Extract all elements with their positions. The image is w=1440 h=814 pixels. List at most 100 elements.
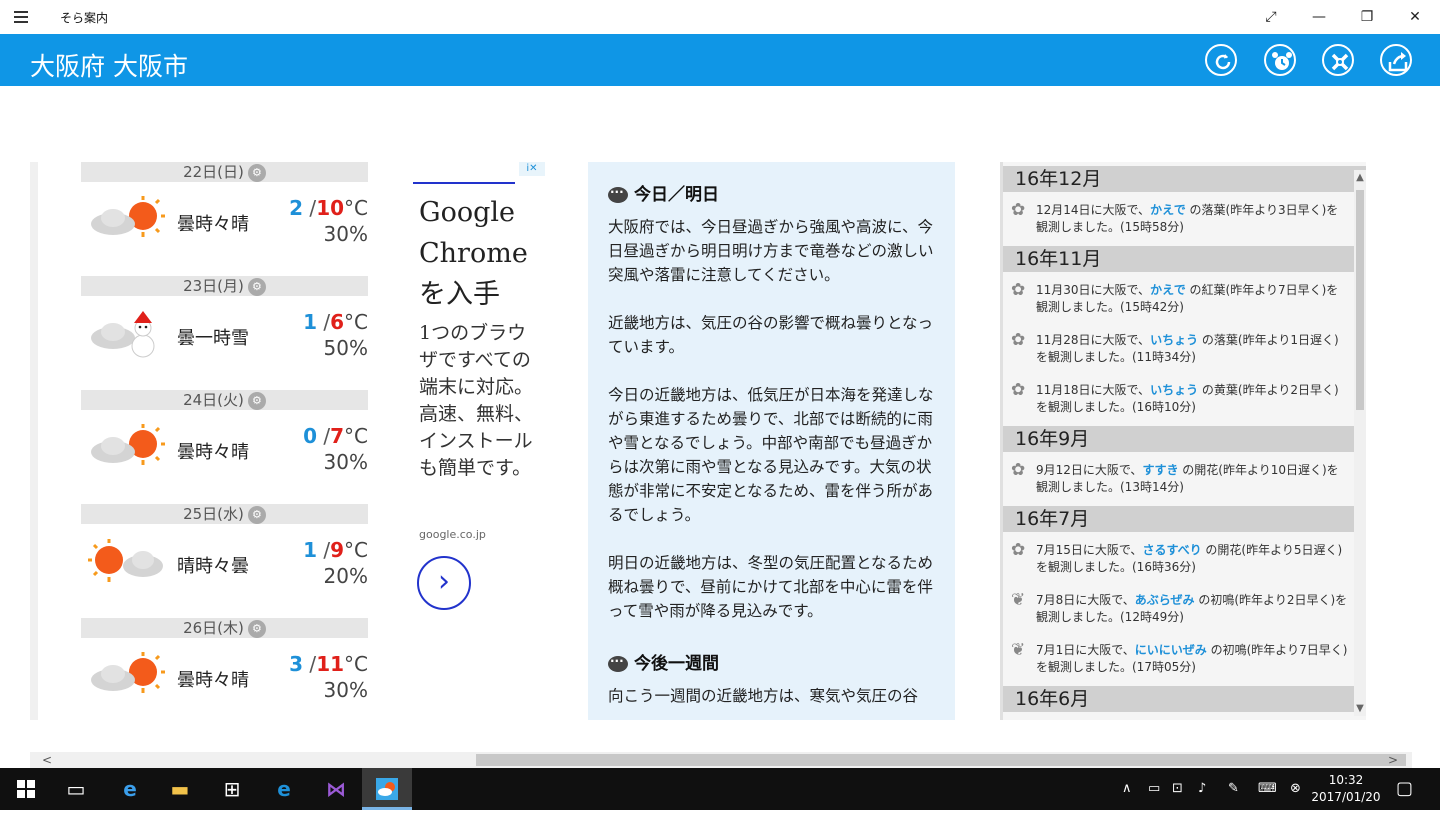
seasonal-observations: 16年12月 ✿ 12月14日に大阪で、かえで の落葉(昨年より3日早く)を観測し… [1000,162,1366,720]
flower-icon: ✿ [1011,330,1026,350]
forecast-date: 24日(火) ⚙ [81,390,368,410]
week-heading: 今後一週間 [608,649,935,674]
butterfly-icon: ❦ [1011,640,1026,660]
settings-icon[interactable] [1322,44,1354,76]
volume-icon[interactable]: ♪ [1198,768,1206,810]
edge-browser-icon[interactable]: e [106,768,154,810]
system-clock[interactable]: 10:32 2017/01/20 [1306,772,1386,806]
gear-icon[interactable]: ⚙ [247,163,266,182]
precip-probability: 50% [323,336,368,360]
forecast-date: 23日(月) ⚙ [81,276,368,296]
cloud-sun-icon [91,196,165,237]
gear-icon[interactable]: ⚙ [247,619,266,638]
cloud-sun-icon [91,424,165,465]
precip-probability: 20% [323,564,368,588]
city-name: 大阪府 大阪市 [30,52,188,81]
ad-body: 1つのブラウザですべての端末に対応。 高速、無料、インストールも簡単です。 [419,322,534,479]
scroll-right-icon[interactable]: > [1388,752,1398,768]
weather-text: 曇時々晴 [177,670,249,691]
temperature: 1 /6°C [303,310,368,334]
ad-headline[interactable]: Google Chrome を入手 [419,192,545,315]
precip-probability: 30% [323,450,368,474]
list-item[interactable]: ✿ 11月28日に大阪で、いちょう の落葉(昨年より1日遅く)を観測しました。(1… [1003,322,1366,372]
month-header: 16年9月 [1003,426,1366,452]
month-header: 16年11月 [1003,246,1366,272]
scroll-down-icon[interactable]: ▼ [1354,703,1366,714]
vertical-scrollbar[interactable]: ▲ ▼ [1354,170,1366,716]
ad-domain[interactable]: google.co.jp [419,528,486,541]
sora-annai-app-icon[interactable] [362,768,412,810]
horizontal-scrollbar[interactable]: < > [30,752,1412,768]
list-item[interactable]: ✿ 11月18日に大阪で、いちょう の黄葉(昨年より2日早く)を観測しました。(1… [1003,372,1366,422]
forecast-day: 25日(水) ⚙ 晴時々曇 1 /9°C 20% [81,504,368,618]
scroll-thumb[interactable] [476,754,1406,766]
forecast-date: 22日(日) ⚙ [81,162,368,182]
location-header: 大阪府 大阪市 [0,34,1440,86]
commentary-paragraph: 明日の近畿地方は、冬型の気圧配置となるため概ね曇りで、昼前にかけて北部を中心に雷… [608,554,934,620]
weekly-forecast: 22日(日) ⚙ 曇時々晴 2 /10°C 30% 23日(月) ⚙ 曇一時雪 1 … [30,162,368,720]
internet-explorer-icon[interactable]: e [260,768,308,810]
fullscreen-icon[interactable]: ⤢ [1248,4,1294,30]
cloud-snowman-icon [91,311,155,358]
month-header: 16年12月 [1003,166,1366,192]
ad-divider [413,182,515,184]
precip-probability: 30% [323,678,368,702]
visual-studio-icon[interactable]: ⋈ [312,768,360,810]
keyboard-icon[interactable]: ⌨ [1258,768,1277,810]
windows-start-icon[interactable] [2,768,50,810]
restore-button[interactable]: ❐ [1344,4,1390,30]
forecast-day: 26日(木) ⚙ 曇時々晴 3 /11°C 30% [81,618,368,732]
ime-status-icon[interactable]: ⊗ [1290,768,1301,810]
scroll-thumb[interactable] [1356,190,1364,410]
file-explorer-icon[interactable]: ▬ [156,768,204,810]
weather-text: 曇時々晴 [177,214,249,235]
scroll-left-icon[interactable]: < [42,752,52,768]
store-icon[interactable]: ⊞ [208,768,256,810]
forecast-date: 25日(水) ⚙ [81,504,368,524]
close-button[interactable]: ✕ [1392,4,1438,30]
list-item[interactable]: ✿ 9月12日に大阪で、すすき の開花(昨年より10日遅く)を観測しました。(13… [1003,452,1366,502]
show-hidden-icons-icon[interactable]: ∧ [1122,768,1132,810]
cloud-sun-icon [91,652,165,693]
precip-probability: 30% [323,222,368,246]
share-icon[interactable] [1380,44,1412,76]
task-view-icon[interactable]: ▭ [52,768,100,810]
clock-date: 2017/01/20 [1311,790,1381,804]
list-item[interactable]: ❦ 7月1日に大阪で、にいにいぜみ の初鳴(昨年より7日早く)を観測しました。(1… [1003,632,1366,682]
flower-icon: ✿ [1011,200,1026,220]
gear-icon[interactable]: ⚙ [247,391,266,410]
temperature: 1 /9°C [303,538,368,562]
temperature: 0 /7°C [303,424,368,448]
gear-icon[interactable]: ⚙ [247,277,266,296]
chevron-right-icon[interactable]: › [417,556,471,610]
list-item[interactable]: ❦ 7月8日に大阪で、あぶらぜみ の初鳴(昨年より2日早く)を観測しました。(12… [1003,582,1366,632]
clock-time: 10:32 [1328,773,1364,787]
forecast-date: 26日(木) ⚙ [81,618,368,638]
alarm-clock-icon[interactable] [1264,44,1296,76]
commentary-paragraph: 大阪府では、今日昼過ぎから強風や高波に、今日昼過ぎから明日明け方まで竜巻などの激… [608,218,934,284]
ad-choices-icon[interactable]: i✕ [519,162,545,176]
speech-bubble-icon [608,654,628,672]
gear-icon[interactable]: ⚙ [247,505,266,524]
refresh-icon[interactable] [1205,44,1237,76]
commentary-paragraph: 近畿地方は、気圧の谷の影響で概ね曇りとなっています。 [608,314,934,356]
flower-icon: ✿ [1011,460,1026,480]
pen-icon[interactable]: ✎ [1228,768,1239,810]
month-header: 16年7月 [1003,506,1366,532]
flower-icon: ✿ [1011,380,1026,400]
list-item[interactable]: ✿ 7月15日に大阪で、さるすべり の開花(昨年より5日遅く)を観測しました。(1… [1003,532,1366,582]
battery-icon[interactable]: ▭ [1148,768,1160,810]
advertisement[interactable]: i✕ Google Chrome を入手 1つのブラウザですべての端末に対応。 … [413,162,545,632]
list-item[interactable]: ✿ 12月14日に大阪で、かえで の落葉(昨年より3日早く)を観測しました。(15… [1003,192,1366,242]
title-bar: そら案内 ⤢ — ❐ ✕ [0,0,1440,34]
network-icon[interactable]: ⊡ [1172,768,1183,810]
notifications-icon[interactable]: ▢ [1396,768,1413,810]
commentary-paragraph: 今日の近畿地方は、低気圧が日本海を発達しながら東進するため曇りで、北部では断続的… [608,386,934,524]
hamburger-menu-icon[interactable] [12,8,36,26]
weather-commentary: 今日／明日 大阪府では、今日昼過ぎから強風や高波に、今日昼過ぎから明日明け方まで… [588,162,955,720]
scroll-up-icon[interactable]: ▲ [1354,172,1366,183]
minimize-button[interactable]: — [1296,4,1342,30]
forecast-day: 22日(日) ⚙ 曇時々晴 2 /10°C 30% [81,162,368,276]
list-item[interactable]: ✿ 11月30日に大阪で、かえで の紅葉(昨年より7日早く)を観測しました。(15… [1003,272,1366,322]
flower-icon: ✿ [1011,540,1026,560]
